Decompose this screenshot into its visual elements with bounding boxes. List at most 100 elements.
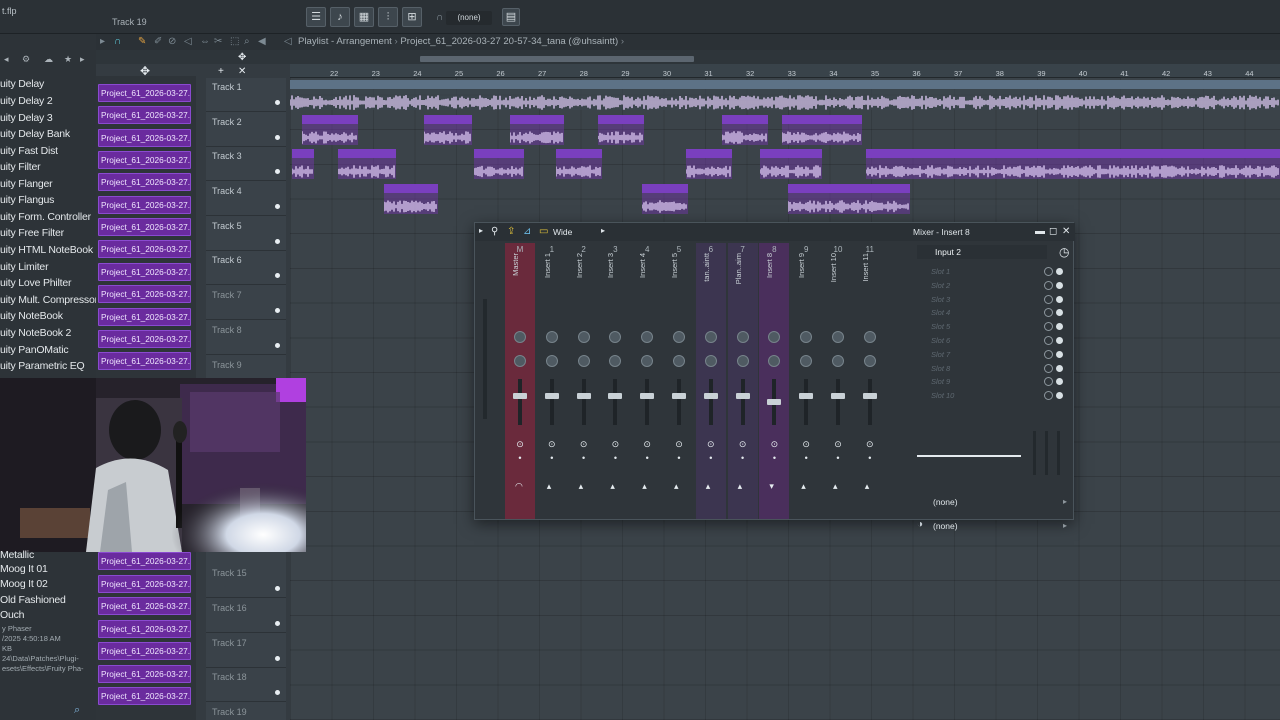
playlist-clip[interactable]: Proje..intt) xyxy=(424,115,472,145)
playlist-clip[interactable]: Proje..intt) xyxy=(474,149,524,179)
picker-clip[interactable]: Project_61_2026-03-27... xyxy=(98,129,191,147)
back-icon[interactable]: ◂ xyxy=(4,54,9,65)
mixer-strip[interactable]: 11 Insert 11 ⊙ • ▴ xyxy=(855,243,885,519)
send-icon[interactable]: ⊙ xyxy=(769,439,779,449)
close-mixer-icon[interactable]: ✕ xyxy=(1062,226,1070,237)
mixer-layout-mode[interactable]: Wide xyxy=(553,227,572,237)
mixer-strip[interactable]: 6 tan..aintt ⊙ • ▴ xyxy=(695,243,726,519)
track-enable-icon[interactable] xyxy=(275,239,280,244)
slot-enable-icon[interactable] xyxy=(1056,350,1063,358)
browser-item[interactable]: uity Love Philter xyxy=(0,277,96,289)
route-arrow-icon[interactable]: ▴ xyxy=(579,481,584,492)
picker-clip[interactable]: Project_61_2026-03-27... xyxy=(98,330,191,348)
record-icon[interactable]: • xyxy=(515,453,525,463)
route-arrow-icon[interactable]: ▴ xyxy=(706,481,711,492)
stereo-knob[interactable] xyxy=(768,355,781,367)
slot-enable-icon[interactable] xyxy=(1056,337,1063,344)
route-arrow-icon[interactable]: ▴ xyxy=(833,481,838,492)
fx-slot[interactable]: Slot 2 xyxy=(917,279,1067,292)
pan-knob[interactable] xyxy=(545,331,558,343)
close-icon[interactable]: ✕ xyxy=(238,66,246,77)
slot-enable-icon[interactable] xyxy=(1056,268,1063,275)
input-selector[interactable]: Input 2 xyxy=(917,245,1047,259)
record-icon[interactable]: • xyxy=(610,453,620,463)
browser-item[interactable]: uity Free Filter xyxy=(0,227,96,239)
fader-cap[interactable] xyxy=(640,393,655,399)
slot-enable-icon[interactable] xyxy=(1056,378,1063,386)
stereo-knob[interactable] xyxy=(514,355,526,367)
slot-enable-icon[interactable] xyxy=(1056,309,1063,317)
stereo-knob[interactable] xyxy=(832,355,844,367)
send-icon[interactable]: ⊙ xyxy=(515,439,525,449)
delete-icon[interactable]: ⊘ xyxy=(168,36,176,47)
browser-item[interactable]: uity Filter xyxy=(0,161,96,173)
send-icon[interactable]: ⊙ xyxy=(865,439,875,449)
send-icon[interactable]: ⊙ xyxy=(706,439,716,449)
volume-fader[interactable] xyxy=(645,379,650,425)
mixer-strip[interactable]: 2 Insert 2 ⊙ • ▴ xyxy=(569,243,599,519)
stereo-knob[interactable] xyxy=(577,355,590,367)
picker-clip[interactable]: Project_61_2026-03-27... xyxy=(98,620,191,638)
browser-item[interactable]: Moog It 02 xyxy=(0,578,96,590)
picker-clip[interactable]: Project_61_2026-03-27... xyxy=(98,285,191,303)
track-enable-icon[interactable] xyxy=(275,690,280,695)
pan-knob[interactable] xyxy=(514,331,526,343)
playlist-clip[interactable]: Project_61..(@uhsaintt) xyxy=(782,115,862,145)
playlist-clip[interactable]: Project..saintt) xyxy=(760,149,822,179)
track-enable-icon[interactable] xyxy=(275,169,280,174)
mixer-strip[interactable]: 10 Insert 10 ⊙ • ▴ xyxy=(823,243,853,519)
slice-icon[interactable]: ✂ xyxy=(214,36,222,47)
playlist-clip[interactable]: Proj..intt) xyxy=(598,115,644,145)
playlist-clip[interactable]: Proje..aintt) xyxy=(510,115,564,145)
volume-fader[interactable] xyxy=(613,379,618,425)
eq-sliders[interactable] xyxy=(1027,431,1067,475)
playlist-icon[interactable]: ☰ xyxy=(306,7,326,27)
slot-mix-knob[interactable] xyxy=(1044,322,1053,332)
track-enable-icon[interactable] xyxy=(275,586,280,591)
magnet-icon[interactable]: ∩ xyxy=(114,36,121,47)
playlist-clip[interactable]: Proje..intt) xyxy=(722,115,768,145)
record-icon[interactable]: • xyxy=(706,453,716,463)
browser-item[interactable]: uity Flanger xyxy=(0,178,96,190)
slot-enable-icon[interactable] xyxy=(1056,364,1063,372)
route-arrow-icon[interactable]: ▴ xyxy=(674,481,679,492)
browser-item[interactable]: uity Mult. Compressor xyxy=(0,294,96,306)
playlist-clip[interactable]: Proj..intt) xyxy=(686,149,732,179)
browser-item[interactable]: uity NoteBook 2 xyxy=(0,327,96,339)
star-icon[interactable]: ★ xyxy=(64,54,72,65)
fader-cap[interactable] xyxy=(799,393,814,399)
playlist-clip[interactable]: PAMELA BKTHERULA x Pyro 25 x Tovi Type B… xyxy=(290,80,1280,110)
stereo-knob[interactable] xyxy=(545,355,558,367)
slot-mix-knob[interactable] xyxy=(1044,308,1053,318)
slot-mix-knob[interactable] xyxy=(1044,294,1053,304)
track-enable-icon[interactable] xyxy=(275,308,280,313)
record-icon[interactable]: • xyxy=(833,453,843,463)
picker-clip[interactable]: Project_61_2026-03-27... xyxy=(98,106,191,124)
arrow-right-icon[interactable]: ▸ xyxy=(80,54,85,65)
picker-clip[interactable]: Project_61_2026-03-27... xyxy=(98,575,191,593)
track-enable-icon[interactable] xyxy=(275,621,280,626)
mixer-strip[interactable]: 5 Insert 5 ⊙ • ▴ xyxy=(664,243,694,519)
send-icon[interactable]: ⊙ xyxy=(833,439,843,449)
stereo-knob[interactable] xyxy=(609,355,622,367)
stereo-knob[interactable] xyxy=(800,355,813,367)
send-icon[interactable]: ⊙ xyxy=(642,439,652,449)
stereo-knob[interactable] xyxy=(863,355,876,367)
plug-icon[interactable]: ⚲ xyxy=(491,226,498,237)
mixer-strip[interactable]: 9 Insert 9 ⊙ • ▴ xyxy=(791,243,821,519)
zoom-icon[interactable]: ⌕ xyxy=(244,36,250,47)
slip-icon[interactable]: ⇔ xyxy=(200,36,210,47)
fader-cap[interactable] xyxy=(767,399,782,405)
browser-item[interactable]: uity Parametric EQ xyxy=(0,360,96,372)
output-selector-2[interactable]: (none) xyxy=(933,521,958,531)
picker-clip[interactable]: Project_61_2026-03-27... xyxy=(98,173,191,191)
slot-mix-knob[interactable] xyxy=(1044,349,1053,359)
send-icon[interactable]: ⊙ xyxy=(801,439,811,449)
slot-mix-knob[interactable] xyxy=(1044,377,1053,387)
browser-item[interactable]: uity Fast Dist xyxy=(0,145,96,157)
pan-knob[interactable] xyxy=(704,331,717,343)
clock-icon[interactable]: ◷ xyxy=(1059,245,1069,259)
browser-item[interactable]: Metallic xyxy=(0,549,96,561)
channel-rack-icon[interactable]: ▦ xyxy=(354,7,374,27)
pan-knob[interactable] xyxy=(800,331,813,343)
